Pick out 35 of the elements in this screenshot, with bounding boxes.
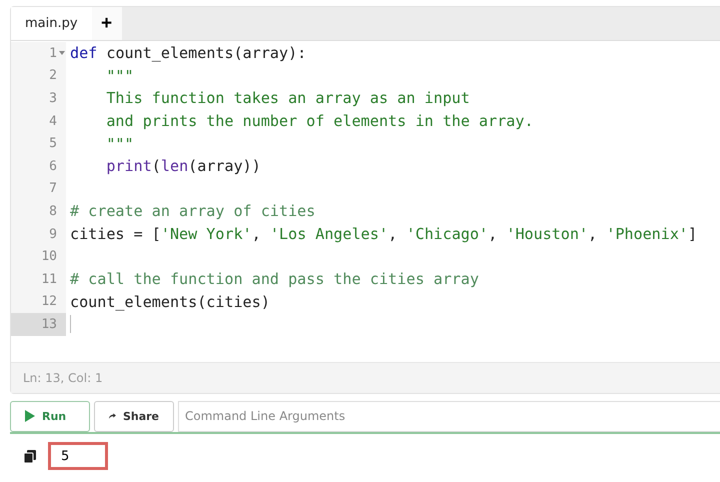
- text-cursor: [70, 315, 71, 334]
- line-number: 3: [49, 90, 57, 106]
- code-line: def count_elements(array):: [70, 44, 306, 62]
- cursor-position: Ln: 13, Col: 1: [23, 370, 103, 385]
- share-button[interactable]: Share: [94, 400, 174, 432]
- fold-arrow-icon[interactable]: [58, 51, 64, 56]
- line-number: 13: [41, 316, 57, 332]
- code-line: print(len(array)): [105, 157, 261, 176]
- code-line: and prints the number of elements in the array.: [105, 112, 534, 130]
- line-number: 11: [41, 272, 57, 287]
- output-text: 5: [48, 442, 108, 470]
- line-number: 4: [49, 114, 57, 129]
- line-number: 12: [41, 294, 57, 310]
- line-number: 9: [49, 226, 57, 242]
- play-icon: [25, 410, 35, 422]
- file-tab[interactable]: main.py: [11, 7, 92, 40]
- copy-icon[interactable]: [24, 450, 36, 463]
- code-line: count_elements(cities): [70, 292, 270, 311]
- line-number: 6: [49, 158, 57, 174]
- line-number: 1: [49, 46, 57, 61]
- share-arrow-icon: [109, 411, 116, 422]
- line-number: 7: [49, 181, 57, 196]
- line-number: 5: [49, 136, 57, 152]
- code-line: # call the function and pass the cities array: [70, 270, 479, 288]
- run-button[interactable]: Run: [10, 400, 90, 432]
- code-line: This function takes an array as an input: [105, 89, 470, 108]
- arguments-field[interactable]: Command Line Arguments: [178, 400, 720, 432]
- code-line: cities = ['New York', 'Los Angeles', 'Chicago', 'Houston', 'Phoenix']: [70, 225, 698, 244]
- new-tab-button[interactable]: +: [92, 7, 122, 40]
- line-number: 8: [49, 204, 57, 219]
- code-line: # create an array of cities: [70, 202, 316, 220]
- code-line: """: [105, 66, 134, 85]
- line-number: 10: [41, 249, 57, 264]
- line-number: 2: [49, 68, 57, 84]
- code-line: """: [105, 134, 134, 153]
